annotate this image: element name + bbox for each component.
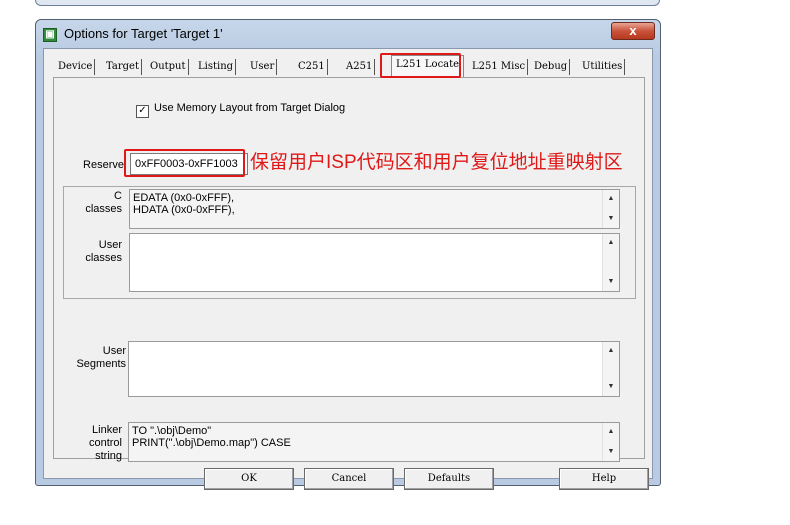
title-bar[interactable]: ▣ Options for Target 'Target 1' x: [36, 20, 660, 48]
scroll-up-icon[interactable]: ▲: [603, 236, 619, 250]
user-classes-textarea[interactable]: ▲ ▼: [129, 233, 620, 292]
background-window-edge: [35, 0, 660, 6]
window-title: Options for Target 'Target 1': [64, 26, 223, 41]
use-memory-layout-checkbox[interactable]: ✓: [136, 105, 149, 118]
c-classes-line-2: HDATA (0x0-0xFFF),: [133, 204, 235, 216]
tab-user[interactable]: User: [248, 59, 278, 75]
help-button[interactable]: Help: [559, 468, 649, 490]
scroll-up-icon[interactable]: ▲: [603, 192, 619, 206]
linker-control-textarea[interactable]: TO ".\obj\Demo" PRINT(".\obj\Demo.map") …: [128, 422, 620, 462]
scroll-down-icon[interactable]: ▼: [603, 445, 619, 459]
dialog-client-area: Device Target Output Listing User C251 A…: [43, 48, 653, 490]
tab-debug[interactable]: Debug: [532, 59, 571, 75]
user-segments-textarea[interactable]: ▲ ▼: [128, 341, 620, 397]
c-classes-label: Cclasses: [85, 190, 122, 215]
reserve-label: Reserve: [83, 159, 124, 171]
cancel-button[interactable]: Cancel: [304, 468, 394, 490]
reserve-input[interactable]: 0xFF0003-0xFF1003: [130, 153, 248, 175]
scroll-down-icon[interactable]: ▼: [603, 275, 619, 289]
user-segments-label: User Segments: [76, 345, 126, 370]
locate-panel: ✓ Use Memory Layout from Target Dialog Re…: [53, 77, 645, 462]
tab-target[interactable]: Target: [104, 59, 142, 75]
user-classes-label: User classes: [85, 239, 122, 264]
tab-c251[interactable]: C251: [296, 59, 328, 75]
tab-listing[interactable]: Listing: [196, 59, 237, 75]
ok-button[interactable]: OK: [204, 468, 294, 490]
scroll-up-icon[interactable]: ▲: [603, 344, 619, 358]
use-memory-layout-label: Use Memory Layout from Target Dialog: [154, 102, 346, 114]
c-classes-line-1: EDATA (0x0-0xFFF),: [133, 192, 235, 204]
classes-group: Cclasses EDATA (0x0-0xFFF), HDATA (0x0-0…: [63, 186, 636, 299]
user-classes-scrollbar[interactable]: ▲ ▼: [602, 234, 619, 291]
tab-utilities[interactable]: Utilities: [580, 59, 626, 75]
scroll-down-icon[interactable]: ▼: [603, 380, 619, 394]
linker-line-2: PRINT(".\obj\Demo.map") CASE: [132, 437, 291, 449]
linker-scrollbar[interactable]: ▲ ▼: [602, 423, 619, 461]
tab-l251-locate[interactable]: L251 Locate: [391, 55, 465, 77]
c-classes-scrollbar[interactable]: ▲ ▼: [602, 190, 619, 228]
tab-a251[interactable]: A251: [344, 59, 376, 75]
close-icon: x: [629, 23, 637, 38]
linker-control-label: Linker control string: [88, 424, 122, 462]
annotation-text: 保留用户ISP代码区和用户复位地址重映射区: [250, 152, 623, 173]
tab-l251-misc[interactable]: L251 Misc: [470, 59, 529, 75]
linker-line-1: TO ".\obj\Demo": [132, 425, 212, 437]
close-button[interactable]: x: [611, 22, 655, 40]
tab-device[interactable]: Device: [56, 59, 96, 75]
scroll-down-icon[interactable]: ▼: [603, 212, 619, 226]
user-segments-scrollbar[interactable]: ▲ ▼: [602, 342, 619, 396]
use-memory-layout-row: ✓ Use Memory Layout from Target Dialog: [136, 102, 345, 118]
options-dialog: ▣ Options for Target 'Target 1' x Device…: [35, 19, 661, 490]
scroll-up-icon[interactable]: ▲: [603, 425, 619, 439]
c-classes-textarea[interactable]: EDATA (0x0-0xFFF), HDATA (0x0-0xFFF), ▲ ▼: [129, 189, 620, 229]
app-icon: ▣: [43, 28, 57, 42]
defaults-button[interactable]: Defaults: [404, 468, 494, 490]
tab-output[interactable]: Output: [148, 59, 189, 75]
